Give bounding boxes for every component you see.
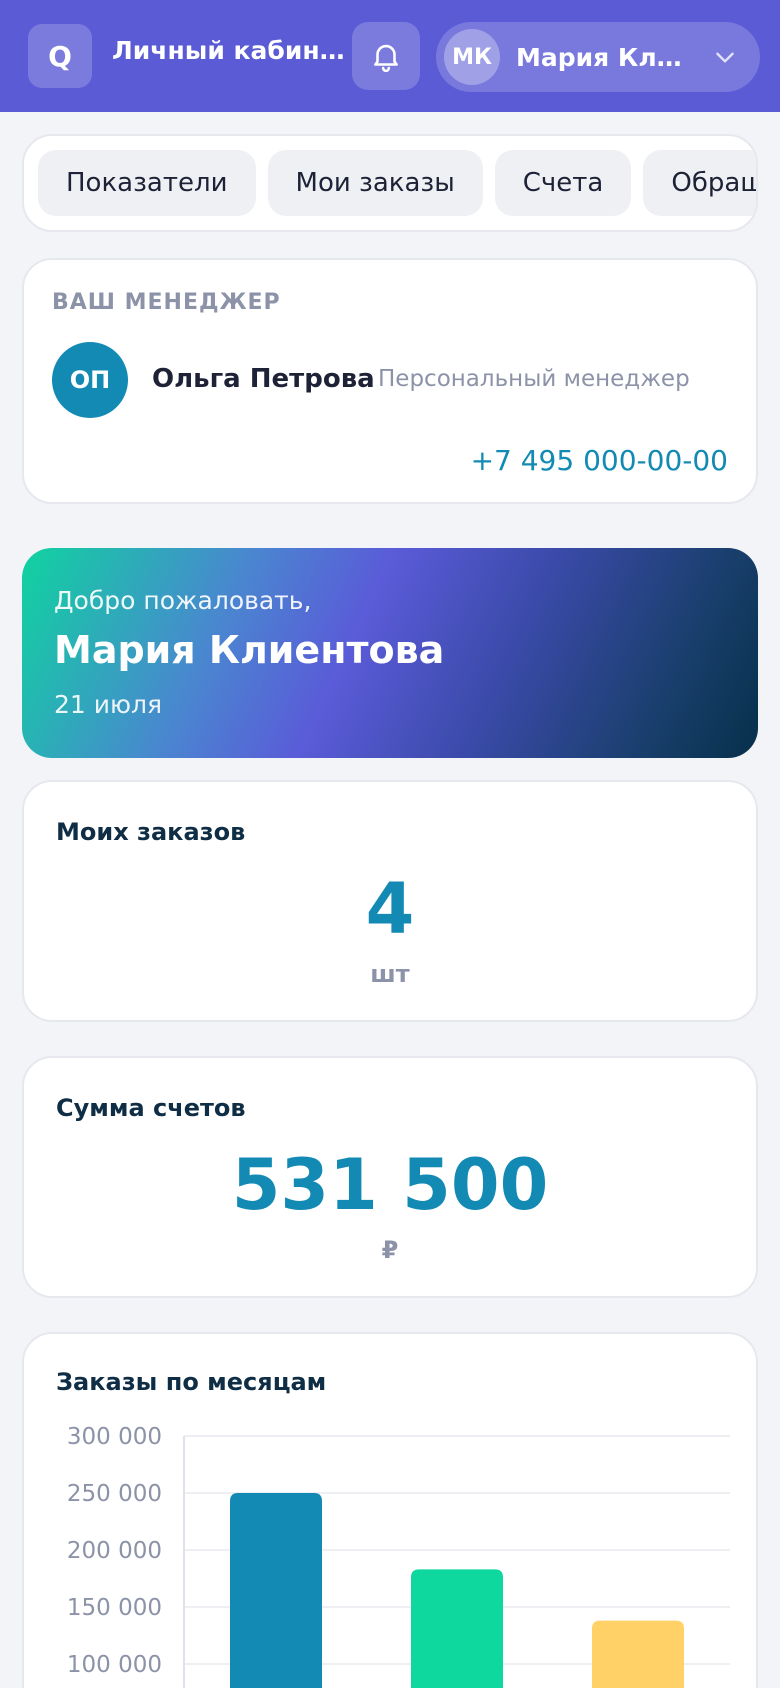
welcome-name: Мария Клиентова: [54, 628, 445, 672]
tab-indicators[interactable]: Показатели: [38, 150, 256, 216]
chart-bar[interactable]: [230, 1493, 322, 1688]
y-tick-label: 200 000: [67, 1538, 162, 1564]
chart-bar[interactable]: [592, 1620, 684, 1688]
tab-invoices[interactable]: Счета: [494, 150, 632, 216]
stat-value: 4: [365, 868, 415, 950]
manager-name: Ольга Петрова: [152, 364, 375, 394]
stat-title: Моих заказов: [56, 818, 246, 846]
user-menu-button[interactable]: МК Мария Клиентова: [436, 22, 760, 92]
chevron-down-icon: [716, 52, 734, 63]
orders-count-card: Моих заказов 4 шт: [22, 780, 758, 1022]
welcome-date: 21 июля: [54, 690, 163, 719]
logo-glyph: Q: [48, 39, 72, 73]
notifications-button[interactable]: [352, 22, 420, 90]
user-name: Мария Клиентова: [516, 43, 696, 72]
invoices-sum-card: Сумма счетов 531 500 ₽: [22, 1056, 758, 1298]
app-header: Q Личный кабинет клиента МК Мария Клиент…: [0, 0, 780, 112]
orders-chart-card: Заказы по месяцам 300 000 250 000 200 000 1…: [22, 1332, 758, 1688]
stat-value: 531 500: [231, 1144, 549, 1226]
avatar: МК: [444, 29, 500, 85]
y-tick-label: 250 000: [67, 1481, 162, 1507]
chart-bar[interactable]: [411, 1569, 503, 1688]
manager-role: Персональный менеджер: [378, 366, 690, 392]
welcome-banner: Добро пожаловать, Мария Клиентова 21 июл…: [22, 548, 758, 758]
bell-icon: [374, 44, 398, 73]
tabs-bar: Показатели Мои заказы Счета Обращения: [22, 134, 758, 232]
manager-section-label: ВАШ МЕНЕДЖЕР: [52, 290, 281, 315]
stat-unit: ₽: [381, 1236, 399, 1264]
logo-button[interactable]: Q: [28, 24, 92, 88]
orders-bar-chart: 300 000 250 000 200 000 150 000 100 000: [67, 1424, 730, 1688]
manager-phone-link[interactable]: +7 495 000-00-00: [471, 444, 728, 477]
tab-my-orders[interactable]: Мои заказы: [267, 150, 483, 216]
tabs-list: Показатели Мои заказы Счета Обращения: [38, 150, 756, 216]
y-tick-label: 300 000: [67, 1424, 162, 1450]
app-title: Личный кабинет клиента: [112, 36, 348, 65]
stat-unit: шт: [370, 960, 410, 988]
tab-requests[interactable]: Обращения: [643, 150, 756, 216]
manager-avatar: ОП: [52, 342, 128, 418]
y-tick-label: 100 000: [67, 1652, 162, 1678]
welcome-greeting: Добро пожаловать,: [54, 586, 312, 615]
stat-title: Сумма счетов: [56, 1094, 246, 1122]
manager-card: ВАШ МЕНЕДЖЕР ОП Ольга Петрова Персональн…: [22, 258, 758, 504]
y-tick-label: 150 000: [67, 1595, 162, 1621]
